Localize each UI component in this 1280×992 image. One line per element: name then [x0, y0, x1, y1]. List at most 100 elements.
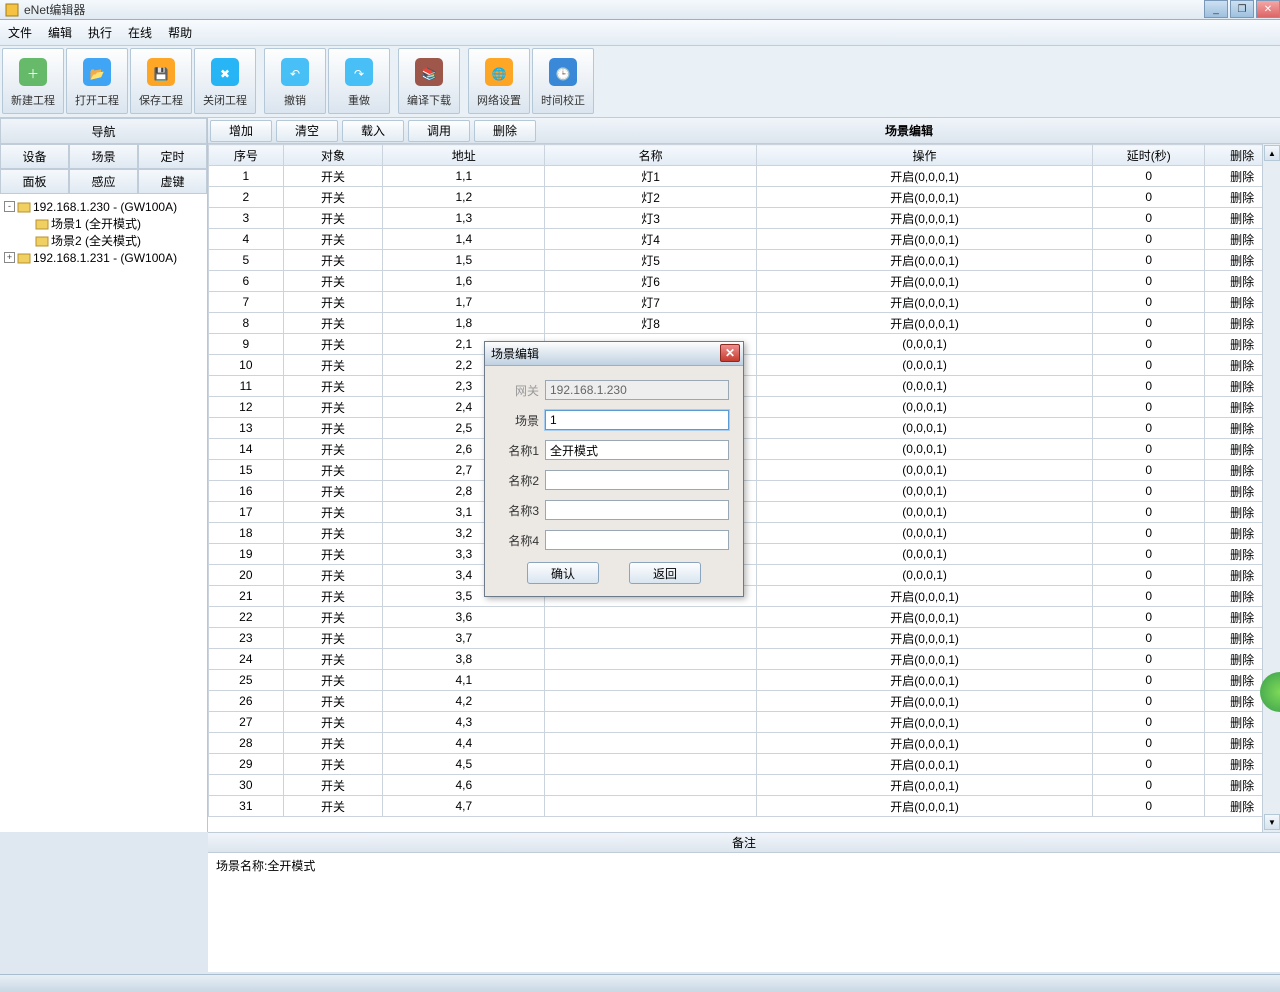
scroll-up-button[interactable]: ▲ — [1264, 145, 1280, 161]
table-row[interactable]: 6开关1,6灯6开启(0,0,0,1)0删除 — [209, 271, 1280, 292]
col-header[interactable]: 地址 — [383, 145, 545, 166]
menu-执行[interactable]: 执行 — [88, 24, 112, 41]
table-row[interactable]: 1开关1,1灯1开启(0,0,0,1)0删除 — [209, 166, 1280, 187]
table-row[interactable]: 23开关3,7开启(0,0,0,1)0删除 — [209, 628, 1280, 649]
col-header[interactable]: 名称 — [545, 145, 757, 166]
toolbar-网络设置[interactable]: 🌐网络设置 — [468, 48, 530, 114]
scroll-down-button[interactable]: ▼ — [1264, 814, 1280, 830]
tree-toggle-icon[interactable]: + — [4, 252, 15, 263]
menu-文件[interactable]: 文件 — [8, 24, 32, 41]
panel-btn-清空[interactable]: 清空 — [276, 120, 338, 142]
cell-seq: 30 — [209, 775, 284, 796]
table-row[interactable]: 28开关4,4开启(0,0,0,1)0删除 — [209, 733, 1280, 754]
nav-tab-场景[interactable]: 场景 — [69, 144, 138, 169]
close-button[interactable]: ✕ — [1256, 0, 1280, 18]
cell-seq: 16 — [209, 481, 284, 502]
table-row[interactable]: 22开关3,6开启(0,0,0,1)0删除 — [209, 607, 1280, 628]
table-row[interactable]: 7开关1,7灯7开启(0,0,0,1)0删除 — [209, 292, 1280, 313]
menu-帮助[interactable]: 帮助 — [168, 24, 192, 41]
cell-obj: 开关 — [283, 397, 383, 418]
minimize-button[interactable]: _ — [1204, 0, 1228, 18]
cell-seq: 20 — [209, 565, 284, 586]
panel-btn-删除[interactable]: 删除 — [474, 120, 536, 142]
table-row[interactable]: 24开关3,8开启(0,0,0,1)0删除 — [209, 649, 1280, 670]
table-row[interactable]: 26开关4,2开启(0,0,0,1)0删除 — [209, 691, 1280, 712]
nav-tab-面板[interactable]: 面板 — [0, 169, 69, 194]
table-row[interactable]: 31开关4,7开启(0,0,0,1)0删除 — [209, 796, 1280, 817]
cell-op: (0,0,0,1) — [756, 544, 1092, 565]
table-row[interactable]: 10开关2,2(0,0,0,1)0删除 — [209, 355, 1280, 376]
table-row[interactable]: 9开关2,1(0,0,0,1)0删除 — [209, 334, 1280, 355]
dlg-input-名称4[interactable] — [545, 530, 729, 550]
panel-btn-载入[interactable]: 载入 — [342, 120, 404, 142]
tree-node[interactable]: +192.168.1.231 - (GW100A) — [2, 249, 205, 266]
nav-tab-设备[interactable]: 设备 — [0, 144, 69, 169]
tree-node[interactable]: 场景2 (全关模式) — [2, 232, 205, 249]
toolbar-重做[interactable]: ↷重做 — [328, 48, 390, 114]
table-row[interactable]: 21开关3,5开启(0,0,0,1)0删除 — [209, 586, 1280, 607]
table-row[interactable]: 8开关1,8灯8开启(0,0,0,1)0删除 — [209, 313, 1280, 334]
table-row[interactable]: 25开关4,1开启(0,0,0,1)0删除 — [209, 670, 1280, 691]
table-row[interactable]: 11开关2,3(0,0,0,1)0删除 — [209, 376, 1280, 397]
table-row[interactable]: 18开关3,2(0,0,0,1)0删除 — [209, 523, 1280, 544]
cell-obj: 开关 — [283, 208, 383, 229]
cell-addr: 4,6 — [383, 775, 545, 796]
toolbar-时间校正[interactable]: 🕒时间校正 — [532, 48, 594, 114]
dialog-cancel-button[interactable]: 返回 — [629, 562, 701, 584]
dlg-input-场景[interactable] — [545, 410, 729, 430]
cell-name: 灯6 — [545, 271, 757, 292]
table-row[interactable]: 20开关3,4(0,0,0,1)0删除 — [209, 565, 1280, 586]
panel-btn-调用[interactable]: 调用 — [408, 120, 470, 142]
nav-tab-感应[interactable]: 感应 — [69, 169, 138, 194]
cell-seq: 21 — [209, 586, 284, 607]
dlg-input-名称3[interactable] — [545, 500, 729, 520]
table-row[interactable]: 2开关1,2灯2开启(0,0,0,1)0删除 — [209, 187, 1280, 208]
toolbar-打开工程[interactable]: 📂打开工程 — [66, 48, 128, 114]
tree-node[interactable]: 场景1 (全开模式) — [2, 215, 205, 232]
table-row[interactable]: 15开关2,7(0,0,0,1)0删除 — [209, 460, 1280, 481]
toolbar-关闭工程[interactable]: ✖关闭工程 — [194, 48, 256, 114]
cell-seq: 10 — [209, 355, 284, 376]
table-row[interactable]: 30开关4,6开启(0,0,0,1)0删除 — [209, 775, 1280, 796]
toolbar-新建工程[interactable]: ＋新建工程 — [2, 48, 64, 114]
dlg-input-名称2[interactable] — [545, 470, 729, 490]
table-row[interactable]: 27开关4,3开启(0,0,0,1)0删除 — [209, 712, 1280, 733]
toolbar-撤销[interactable]: ↶撤销 — [264, 48, 326, 114]
cell-op: 开启(0,0,0,1) — [756, 670, 1092, 691]
nav-tab-定时[interactable]: 定时 — [138, 144, 207, 169]
table-row[interactable]: 13开关2,5(0,0,0,1)0删除 — [209, 418, 1280, 439]
cell-op: (0,0,0,1) — [756, 460, 1092, 481]
col-header[interactable]: 对象 — [283, 145, 383, 166]
maximize-button[interactable]: ❐ — [1230, 0, 1254, 18]
toolbar-保存工程[interactable]: 💾保存工程 — [130, 48, 192, 114]
col-header[interactable]: 操作 — [756, 145, 1092, 166]
window-title: eNet编辑器 — [24, 1, 85, 18]
table-row[interactable]: 16开关2,8(0,0,0,1)0删除 — [209, 481, 1280, 502]
dialog-title[interactable]: 场景编辑 ✕ — [485, 342, 743, 366]
tree-node[interactable]: -192.168.1.230 - (GW100A) — [2, 198, 205, 215]
scrollbar[interactable]: ▲ ▼ — [1262, 144, 1280, 832]
tree-toggle-icon[interactable]: - — [4, 201, 15, 212]
dlg-input-名称1[interactable] — [545, 440, 729, 460]
table-row[interactable]: 17开关3,1(0,0,0,1)0删除 — [209, 502, 1280, 523]
col-header[interactable]: 延时(秒) — [1093, 145, 1205, 166]
nav-tab-虚键[interactable]: 虚键 — [138, 169, 207, 194]
dialog-ok-button[interactable]: 确认 — [527, 562, 599, 584]
dialog-close-button[interactable]: ✕ — [720, 344, 740, 362]
cell-delay: 0 — [1093, 586, 1205, 607]
menu-在线[interactable]: 在线 — [128, 24, 152, 41]
notes-panel: 备注 场景名称:全开模式 — [208, 832, 1280, 972]
table-row[interactable]: 5开关1,5灯5开启(0,0,0,1)0删除 — [209, 250, 1280, 271]
cell-seq: 12 — [209, 397, 284, 418]
panel-btn-增加[interactable]: 增加 — [210, 120, 272, 142]
table-row[interactable]: 19开关3,3(0,0,0,1)0删除 — [209, 544, 1280, 565]
menu-编辑[interactable]: 编辑 — [48, 24, 72, 41]
cell-obj: 开关 — [283, 544, 383, 565]
table-row[interactable]: 4开关1,4灯4开启(0,0,0,1)0删除 — [209, 229, 1280, 250]
table-row[interactable]: 29开关4,5开启(0,0,0,1)0删除 — [209, 754, 1280, 775]
table-row[interactable]: 14开关2,6(0,0,0,1)0删除 — [209, 439, 1280, 460]
toolbar-编译下载[interactable]: 📚编译下载 — [398, 48, 460, 114]
col-header[interactable]: 序号 — [209, 145, 284, 166]
table-row[interactable]: 12开关2,4(0,0,0,1)0删除 — [209, 397, 1280, 418]
table-row[interactable]: 3开关1,3灯3开启(0,0,0,1)0删除 — [209, 208, 1280, 229]
